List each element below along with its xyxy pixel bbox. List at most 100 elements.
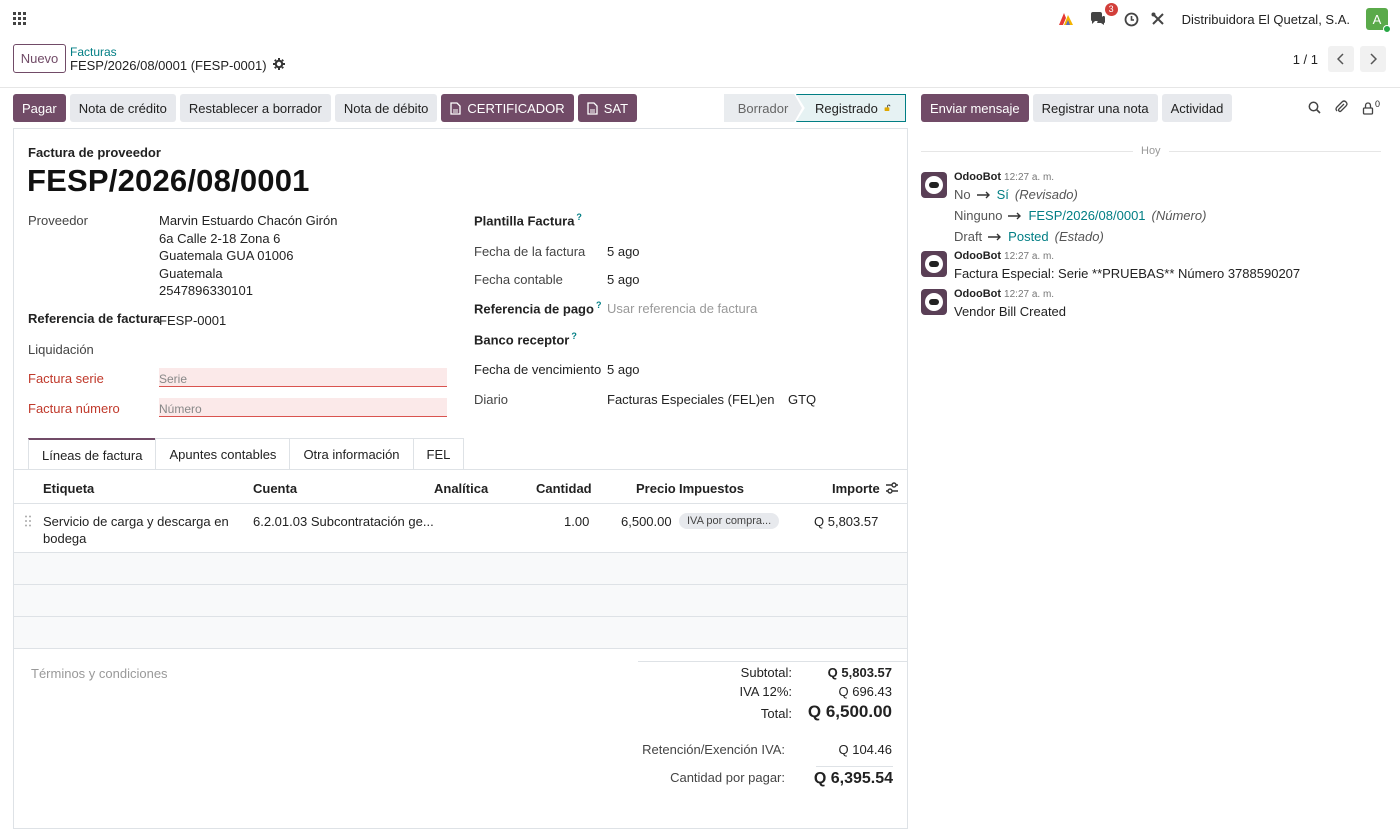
vendor-address-line-2: Guatemala GUA 01006 (159, 248, 294, 263)
navbar-systray: 3 Distribuidora El Quetzal, S.A. A (1058, 3, 1391, 33)
column-settings-icon[interactable] (885, 481, 899, 498)
col-price[interactable]: Precio (636, 481, 676, 496)
online-status-dot (1383, 25, 1391, 33)
message-author-name[interactable]: OdooBot (954, 250, 1001, 262)
line-label-continued[interactable]: bodega (43, 531, 86, 546)
currency-link[interactable]: GTQ (788, 392, 816, 407)
col-amount[interactable]: Importe (832, 481, 880, 496)
new-button[interactable]: Nuevo (13, 44, 66, 73)
form-sheet: Factura de proveedor FESP/2026/08/0001 P… (13, 128, 908, 829)
journal-field[interactable]: Facturas Especiales (FEL) (607, 392, 760, 407)
help-icon[interactable]: ? (571, 331, 577, 341)
arrow-right-icon (1008, 208, 1022, 223)
invoice-date-field[interactable]: 5 ago (607, 244, 640, 259)
tab-invoice-lines[interactable]: Líneas de factura (28, 438, 157, 470)
invoice-number-input[interactable]: Número (159, 398, 447, 417)
subtotal-label: Subtotal: (740, 665, 792, 680)
tab-fel[interactable]: FEL (412, 438, 465, 470)
credit-note-button[interactable]: Nota de crédito (69, 94, 176, 122)
message-body: Factura Especial: Serie **PRUEBAS** Núme… (954, 266, 1301, 281)
breadcrumb-current: FESP/2026/08/0001 (FESP-0001) (70, 58, 285, 73)
help-icon[interactable]: ? (596, 300, 602, 310)
pager-value[interactable]: 1 / 1 (1293, 52, 1318, 67)
col-analytic[interactable]: Analítica (434, 481, 488, 496)
followers-button[interactable]: 0 (1362, 99, 1380, 115)
amount-due-value: Q 6,395.54 (813, 770, 893, 787)
line-quantity[interactable]: 1.00 (564, 514, 589, 529)
paperclip-icon[interactable] (1335, 100, 1348, 117)
certificador-button[interactable]: CERTIFICADOR (441, 94, 574, 122)
invoice-reference-label: Referencia de factura (28, 311, 161, 326)
sat-button[interactable]: SAT (577, 94, 638, 122)
due-date-field[interactable]: 5 ago (607, 362, 640, 377)
pay-button[interactable]: Pagar (13, 94, 66, 122)
line-account[interactable]: 6.2.01.03 Subcontratación ge... (253, 514, 434, 529)
log-note-button[interactable]: Registrar una nota (1032, 94, 1158, 122)
apps-menu-icon[interactable] (13, 12, 26, 25)
breadcrumb-facturas[interactable]: Facturas (70, 45, 117, 59)
pager-next-button[interactable] (1360, 46, 1386, 72)
arrow-right-icon (976, 187, 991, 202)
tab-journal-items[interactable]: Apuntes contables (155, 438, 291, 470)
vendor-address-line-3: Guatemala (159, 266, 223, 281)
document-type-label: Factura de proveedor (28, 145, 161, 160)
date-separator: Hoy (1133, 145, 1169, 157)
table-row[interactable]: Servicio de carga y descarga en bodega 6… (14, 504, 907, 553)
debit-note-button[interactable]: Nota de débito (334, 94, 438, 122)
message-time: 12:27 a. m. (1004, 251, 1055, 262)
vendor-label: Proveedor (28, 213, 88, 228)
col-taxes[interactable]: Impuestos (679, 481, 744, 496)
tax-tag[interactable]: IVA por compra... (679, 513, 780, 529)
new-value: Posted (1008, 229, 1049, 244)
line-label[interactable]: Servicio de carga y descarga en (43, 514, 229, 529)
gear-icon[interactable] (272, 58, 285, 73)
col-label[interactable]: Etiqueta (43, 481, 94, 496)
activity-button[interactable]: Actividad (1161, 94, 1233, 122)
payment-reference-label-text: Referencia de pago (474, 301, 594, 317)
old-value: No (954, 187, 971, 202)
col-quantity[interactable]: Cantidad (536, 481, 592, 496)
invoice-reference-field[interactable]: FESP-0001 (159, 313, 226, 328)
reset-to-draft-button[interactable]: Restablecer a borrador (179, 94, 331, 122)
pdf-file-icon (450, 101, 462, 115)
odoobot-avatar[interactable] (921, 172, 947, 198)
chatter-tools: 0 (1308, 99, 1380, 117)
drag-handle-icon[interactable] (25, 515, 31, 530)
line-price[interactable]: 6,500.00 (621, 514, 672, 529)
status-draft[interactable]: Borrador (724, 94, 802, 122)
vendor-link[interactable]: Marvin Estuardo Chacón Girón (159, 213, 337, 228)
company-switcher[interactable]: Distribuidora El Quetzal, S.A. (1182, 12, 1350, 27)
status-posted[interactable]: Registrado (796, 94, 906, 122)
document-number[interactable]: FESP/2026/08/0001 (27, 163, 310, 199)
tab-other-info[interactable]: Otra información (289, 438, 414, 470)
help-icon[interactable]: ? (576, 212, 582, 222)
invoice-lines-header: Etiqueta Cuenta Analítica Cantidad Preci… (14, 471, 907, 504)
activity-clock-icon[interactable] (1124, 11, 1140, 27)
form-action-buttons: Pagar Nota de crédito Restablecer a borr… (13, 94, 638, 122)
payment-reference-label: Referencia de pago? (474, 300, 601, 316)
vendor-address-line-1: 6a Calle 2-18 Zona 6 (159, 231, 281, 246)
col-account[interactable]: Cuenta (253, 481, 297, 496)
iva-value: Q 696.43 (838, 684, 893, 699)
message-author-name[interactable]: OdooBot (954, 288, 1001, 300)
message-author-name[interactable]: OdooBot (954, 171, 1001, 183)
invoice-series-input[interactable]: Serie (159, 368, 447, 387)
pager-prev-button[interactable] (1328, 46, 1354, 72)
record-pager: 1 / 1 (1293, 46, 1386, 72)
field-name: (Estado) (1054, 229, 1104, 244)
user-avatar[interactable]: A (1366, 8, 1391, 33)
accounting-date-field[interactable]: 5 ago (607, 272, 640, 287)
ai-logo-icon[interactable] (1058, 11, 1074, 27)
send-message-button[interactable]: Enviar mensaje (921, 94, 1029, 122)
receiving-bank-label: Banco receptor? (474, 331, 577, 347)
search-icon[interactable] (1308, 101, 1321, 117)
top-navbar: 3 Distribuidora El Quetzal, S.A. A (0, 0, 1400, 38)
messages-icon[interactable]: 3 (1090, 3, 1118, 27)
odoobot-avatar[interactable] (921, 289, 947, 315)
terms-conditions-input[interactable]: Términos y condiciones (31, 666, 168, 681)
payment-reference-input[interactable]: Usar referencia de factura (607, 301, 757, 316)
tracking-change: No Sí (Revisado) (954, 187, 1078, 202)
debug-tools-icon[interactable] (1150, 11, 1166, 27)
odoobot-avatar[interactable] (921, 251, 947, 277)
amount-due-label: Cantidad por pagar: (670, 770, 785, 785)
